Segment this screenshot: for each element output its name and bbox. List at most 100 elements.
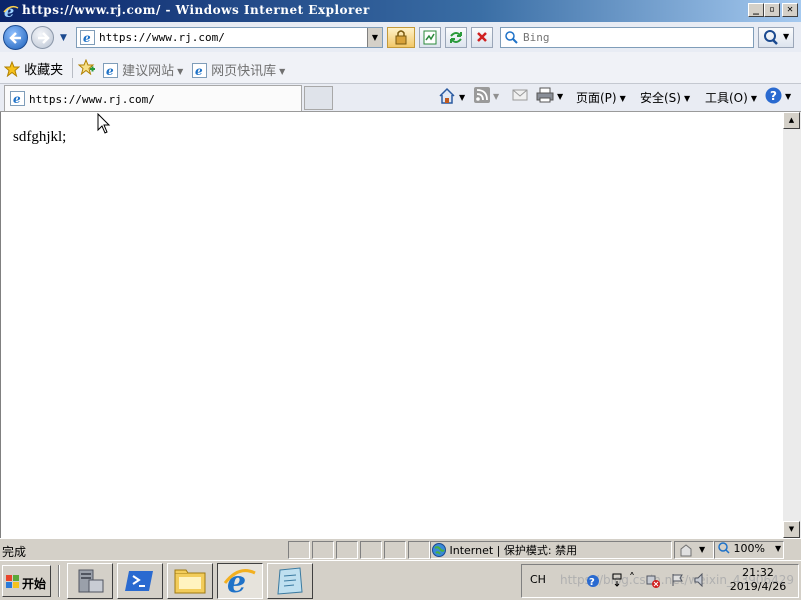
tools-menu-button[interactable]: 工具(O) ▼ xyxy=(705,89,757,106)
notepad-icon xyxy=(277,567,303,595)
clock-time: 21:32 xyxy=(742,566,774,579)
favorites-star-icon xyxy=(3,60,21,78)
navigation-bar: ▼ e https://www.rj.com/ ▼ ▼ xyxy=(0,22,801,52)
suggested-sites-chevron-icon: ▼ xyxy=(177,67,184,76)
internet-explorer-icon: e xyxy=(223,565,256,597)
action-center-flag-icon[interactable] xyxy=(670,573,684,587)
ime-tray-icon[interactable] xyxy=(612,573,622,587)
tools-menu-chevron-icon: ▼ xyxy=(750,94,757,103)
web-slice-gallery-button[interactable]: e 网页快讯库 ▼ xyxy=(192,60,285,79)
status-bar: 完成 Internet | 保护模式: 禁用 ▼ 100% ▼ xyxy=(0,538,801,560)
volume-icon[interactable] xyxy=(694,573,708,587)
zoom-chevron-icon: ▼ xyxy=(774,544,782,553)
stop-icon xyxy=(477,32,487,42)
home-icon xyxy=(439,87,455,104)
address-url: https://www.rj.com/ xyxy=(99,31,225,44)
status-segment xyxy=(408,541,430,559)
add-to-favorites-bar-button[interactable] xyxy=(77,58,96,76)
status-segment xyxy=(312,541,334,559)
mail-icon xyxy=(512,89,528,101)
stop-button[interactable] xyxy=(471,27,493,48)
refresh-icon xyxy=(450,32,462,43)
search-box[interactable] xyxy=(500,27,754,48)
page-menu-button[interactable]: 页面(P) ▼ xyxy=(576,89,626,106)
server-manager-icon xyxy=(78,569,104,593)
status-segment xyxy=(384,541,406,559)
recent-pages-chevron-icon[interactable]: ▼ xyxy=(60,33,67,43)
print-button[interactable]: ▼ xyxy=(536,87,563,103)
suggested-sites-button[interactable]: e 建议网站 ▼ xyxy=(103,60,183,79)
server-manager-button[interactable] xyxy=(67,563,113,599)
network-warning-icon[interactable] xyxy=(646,574,660,588)
start-button[interactable]: 开始 xyxy=(2,565,51,597)
web-slice-chevron-icon: ▼ xyxy=(279,67,286,76)
address-bar[interactable]: e https://www.rj.com/ ▼ xyxy=(76,27,383,48)
compatibility-view-button[interactable] xyxy=(419,27,441,48)
scroll-up-button[interactable]: ▲ xyxy=(783,112,800,129)
svg-text:e: e xyxy=(195,64,203,78)
add-favorite-star-icon xyxy=(77,58,95,76)
mouse-cursor-icon xyxy=(97,113,111,134)
taskbar: 开始 e CH https://blog.csdn.net/weixin_439… xyxy=(0,560,801,600)
status-segment xyxy=(336,541,358,559)
new-tab-button[interactable] xyxy=(304,86,333,110)
printer-icon xyxy=(536,87,554,103)
search-icon xyxy=(764,30,778,45)
show-hidden-icons-chevron-icon[interactable]: ˄ xyxy=(629,571,635,585)
taskbar-divider xyxy=(58,565,60,597)
tab-favicon-icon: e xyxy=(10,91,25,109)
read-mail-button[interactable] xyxy=(512,88,528,102)
svg-text:e: e xyxy=(83,31,91,45)
page-body-text: sdfghjkl; xyxy=(13,129,67,145)
web-slice-icon: e xyxy=(192,63,207,78)
address-dropdown-button[interactable]: ▼ xyxy=(367,28,382,47)
favorites-button[interactable]: 收藏夹 xyxy=(3,59,63,78)
close-window-button[interactable]: ✕ xyxy=(782,3,798,17)
powershell-button[interactable] xyxy=(117,563,163,599)
status-segment xyxy=(288,541,310,559)
file-explorer-button[interactable] xyxy=(167,563,213,599)
notepad-button[interactable] xyxy=(267,563,313,599)
tab-current[interactable]: e https://www.rj.com/ xyxy=(4,85,302,111)
bing-search-icon xyxy=(505,31,519,48)
search-go-button[interactable]: ▼ xyxy=(758,27,794,48)
keyboard-tray-icon[interactable]: ? xyxy=(586,574,600,588)
status-text: 完成 xyxy=(2,545,27,559)
rss-feed-icon xyxy=(474,87,490,103)
refresh-button[interactable] xyxy=(445,27,467,48)
input-language-indicator[interactable]: CH xyxy=(530,573,546,586)
feeds-button[interactable]: ▼ xyxy=(474,87,499,103)
system-clock[interactable]: 21:32 2019/4/26 xyxy=(718,566,798,594)
popup-blocker-panel[interactable]: ▼ xyxy=(674,541,714,559)
restore-button[interactable]: ▫ xyxy=(764,3,780,17)
scroll-down-button[interactable]: ▼ xyxy=(783,521,800,538)
folder-icon xyxy=(174,569,206,594)
security-zone: Internet | 保护模式: 禁用 xyxy=(432,542,577,558)
safety-menu-label: 安全(S) xyxy=(640,91,681,105)
minimize-button[interactable]: _ xyxy=(748,3,764,17)
home-button[interactable]: ▼ xyxy=(438,87,465,105)
clock-date: 2019/4/26 xyxy=(729,580,787,593)
help-button[interactable]: ? ▼ xyxy=(765,87,791,104)
start-label: 开始 xyxy=(22,577,47,591)
zoom-control[interactable]: 100% ▼ xyxy=(718,542,781,555)
page-favicon-icon: e xyxy=(80,30,95,48)
svg-text:?: ? xyxy=(589,577,595,588)
svg-text:?: ? xyxy=(770,89,777,103)
search-input[interactable] xyxy=(521,29,751,46)
suggested-sites-label: 建议网站 xyxy=(122,64,175,79)
internet-explorer-button[interactable]: e xyxy=(217,563,263,599)
zoom-level: 100% xyxy=(733,542,765,555)
back-button[interactable] xyxy=(3,25,28,50)
ie-logo-icon: e xyxy=(3,2,19,22)
zoom-magnifier-icon xyxy=(718,542,730,554)
vertical-scrollbar[interactable]: ▲ ▼ xyxy=(783,112,801,538)
forward-arrow-icon xyxy=(38,32,50,44)
tab-label: https://www.rj.com/ xyxy=(29,93,155,106)
suggested-sites-icon: e xyxy=(103,63,118,78)
favorites-bar: 收藏夹 e 建议网站 ▼ e 网页快讯库 ▼ xyxy=(0,52,801,84)
security-lock-button[interactable] xyxy=(387,27,415,48)
safety-menu-button[interactable]: 安全(S) ▼ xyxy=(640,89,690,106)
search-options-chevron-icon[interactable]: ▼ xyxy=(783,32,789,41)
forward-button[interactable] xyxy=(31,26,54,49)
